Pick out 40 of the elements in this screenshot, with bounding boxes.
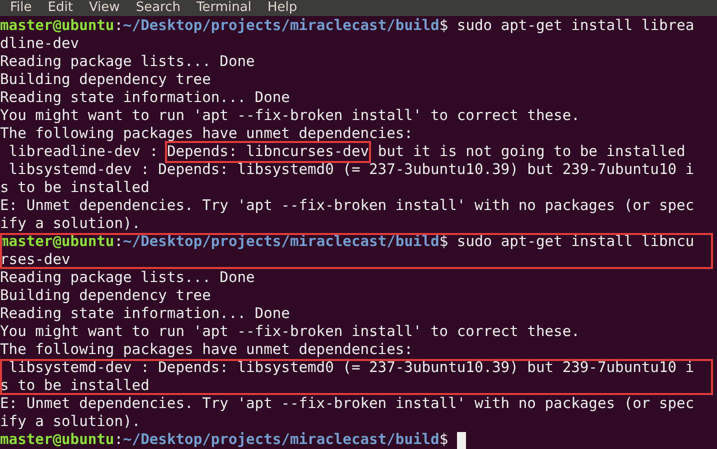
prompt-path: ~/Desktop/projects/miraclecast/build	[123, 431, 440, 449]
terminal-text: dline-dev	[0, 35, 80, 53]
terminal-text: Reading state information... Done	[0, 89, 290, 107]
terminal-text: :	[114, 17, 124, 35]
terminal-text: $	[439, 431, 450, 449]
terminal-text: ify a solution).	[0, 215, 141, 233]
terminal-text: Reading package lists... Done	[0, 53, 255, 71]
terminal-text: Reading state information... Done	[0, 305, 290, 323]
terminal-text: $ sudo apt-get install librea	[439, 17, 694, 35]
terminal-text: E: Unmet dependencies. Try 'apt --fix-broken install' with no packages (or spec	[0, 395, 694, 413]
terminal-text: libsystemd-dev : Depends: libsystemd0 (= 237-3ubuntu10.39) but 239-7ubuntu10 i	[8, 359, 694, 377]
menu-item[interactable]: Terminal	[196, 0, 252, 16]
terminal-text: The following packages have unmet dependencies:	[0, 341, 413, 359]
terminal-text: You might want to run 'apt --fix-broken install' to correct these.	[0, 323, 580, 341]
menu-item[interactable]: Search	[136, 0, 180, 16]
terminal-text: Reading package lists... Done	[0, 269, 255, 287]
menu-item[interactable]: File	[10, 0, 32, 16]
prompt-path: ~/Desktop/projects/miraclecast/build	[123, 233, 440, 251]
menu-item[interactable]: Help	[267, 0, 298, 16]
terminal-text: ify a solution).	[0, 413, 141, 431]
terminal-text: s to be installed	[0, 179, 150, 197]
terminal-text: :	[114, 233, 124, 251]
terminal-text: E: Unmet dependencies. Try 'apt --fix-broken install' with no packages (or spec	[0, 197, 694, 215]
terminal-text: :	[114, 431, 124, 449]
terminal-text: rses-dev	[0, 251, 70, 269]
terminal-text: Building dependency tree	[0, 287, 211, 305]
terminal-text: The following packages have unmet dependencies:	[0, 125, 413, 143]
terminal-text: $ sudo apt-get install libncu	[439, 233, 694, 251]
terminal-text: libreadline-dev :	[8, 143, 160, 161]
highlighted-text: Depends: libncurses-dev	[166, 143, 370, 161]
prompt-user: master@ubuntu	[0, 233, 114, 251]
prompt-user: master@ubuntu	[0, 431, 114, 449]
prompt-user: master@ubuntu	[0, 17, 114, 35]
terminal-text: You might want to run 'apt --fix-broken install' to correct these.	[0, 107, 580, 125]
menu-item[interactable]: Edit	[48, 0, 73, 16]
terminal-text: but it is not going to be installed	[376, 143, 686, 161]
terminal-text: Building dependency tree	[0, 71, 211, 89]
terminal-text: libsystemd-dev : Depends: libsystemd0 (= 237-3ubuntu10.39) but 239-7ubuntu10 i	[8, 161, 694, 179]
prompt-path: ~/Desktop/projects/miraclecast/build	[123, 17, 440, 35]
menu-item[interactable]: View	[88, 0, 120, 16]
